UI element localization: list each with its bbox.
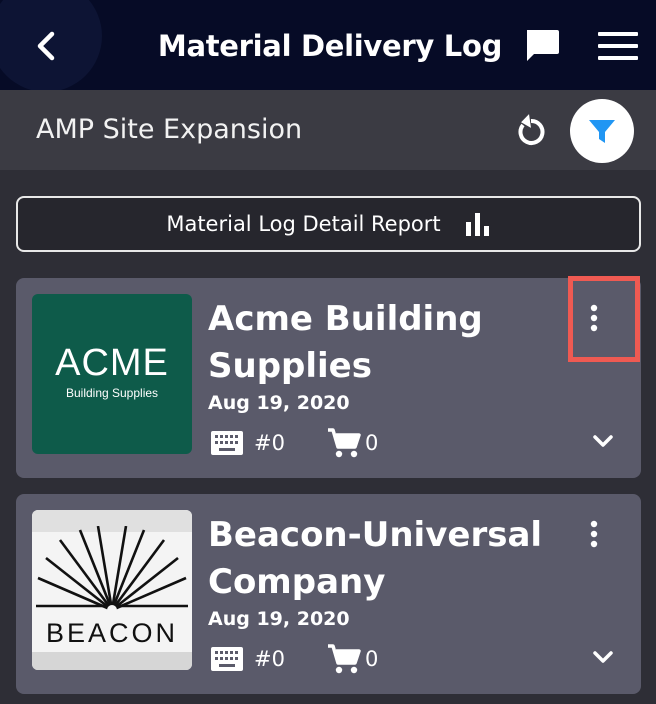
item-stat: 0 (327, 427, 378, 459)
filter-icon (589, 120, 615, 143)
cart-icon (327, 644, 361, 674)
more-options-button[interactable] (582, 298, 606, 338)
delivery-stats: #0 0 (210, 642, 378, 676)
bar-chart-icon (465, 213, 489, 236)
vendor-logo-beacon: BEACON (32, 510, 192, 670)
delivery-stats: #0 0 (210, 426, 378, 460)
hamburger-menu-icon (598, 32, 638, 60)
keyboard-icon (211, 647, 243, 671)
item-stat: 0 (327, 643, 378, 675)
expand-button[interactable] (588, 642, 618, 672)
sunburst-icon (36, 526, 188, 612)
vendor-logo-acme: ACME Building Supplies (32, 294, 192, 454)
menu-button[interactable] (596, 28, 640, 64)
logo-bottom-band (32, 652, 192, 670)
project-name: AMP Site Expansion (36, 114, 303, 145)
delivery-date: Aug 19, 2020 (208, 392, 350, 414)
back-button[interactable] (28, 26, 64, 66)
item-count: 0 (364, 431, 379, 455)
filter-button[interactable] (570, 99, 634, 163)
material-log-report-button[interactable]: Material Log Detail Report (16, 196, 641, 252)
refresh-button[interactable] (512, 112, 550, 150)
top-bar: Material Delivery Log (0, 0, 656, 90)
report-button-label: Material Log Detail Report (166, 212, 441, 236)
page-title: Material Delivery Log (157, 29, 503, 63)
keyboard-icon (211, 431, 243, 455)
logo-main-text: BEACON (45, 618, 179, 648)
delivery-card[interactable]: BEACON Beacon-Universal Company Aug 19, … (16, 494, 641, 694)
item-count: 0 (364, 647, 379, 671)
delivery-card[interactable]: ACME Building Supplies Acme Building Sup… (16, 276, 641, 478)
project-header: AMP Site Expansion (0, 90, 656, 170)
more-options-button[interactable] (582, 514, 606, 554)
back-arrow-icon (37, 31, 55, 61)
more-vertical-icon (590, 520, 598, 548)
ticket-stat: #0 (210, 430, 285, 456)
ticket-number: #0 (254, 431, 285, 455)
chat-icon (527, 30, 559, 61)
cart-icon (327, 428, 361, 458)
refresh-icon (518, 114, 545, 145)
logo-sub-text: Building Supplies (65, 386, 159, 400)
expand-button[interactable] (588, 426, 618, 456)
more-vertical-icon (590, 304, 598, 332)
chat-button[interactable] (522, 26, 562, 66)
delivery-date: Aug 19, 2020 (208, 608, 350, 630)
vendor-name: Beacon-Universal Company (208, 515, 543, 602)
logo-main-text: ACME (55, 342, 169, 384)
ticket-stat: #0 (210, 646, 285, 672)
chevron-down-icon (593, 651, 613, 663)
vendor-name: Acme Building Supplies (208, 299, 483, 386)
ticket-number: #0 (254, 647, 285, 671)
chevron-down-icon (593, 435, 613, 447)
